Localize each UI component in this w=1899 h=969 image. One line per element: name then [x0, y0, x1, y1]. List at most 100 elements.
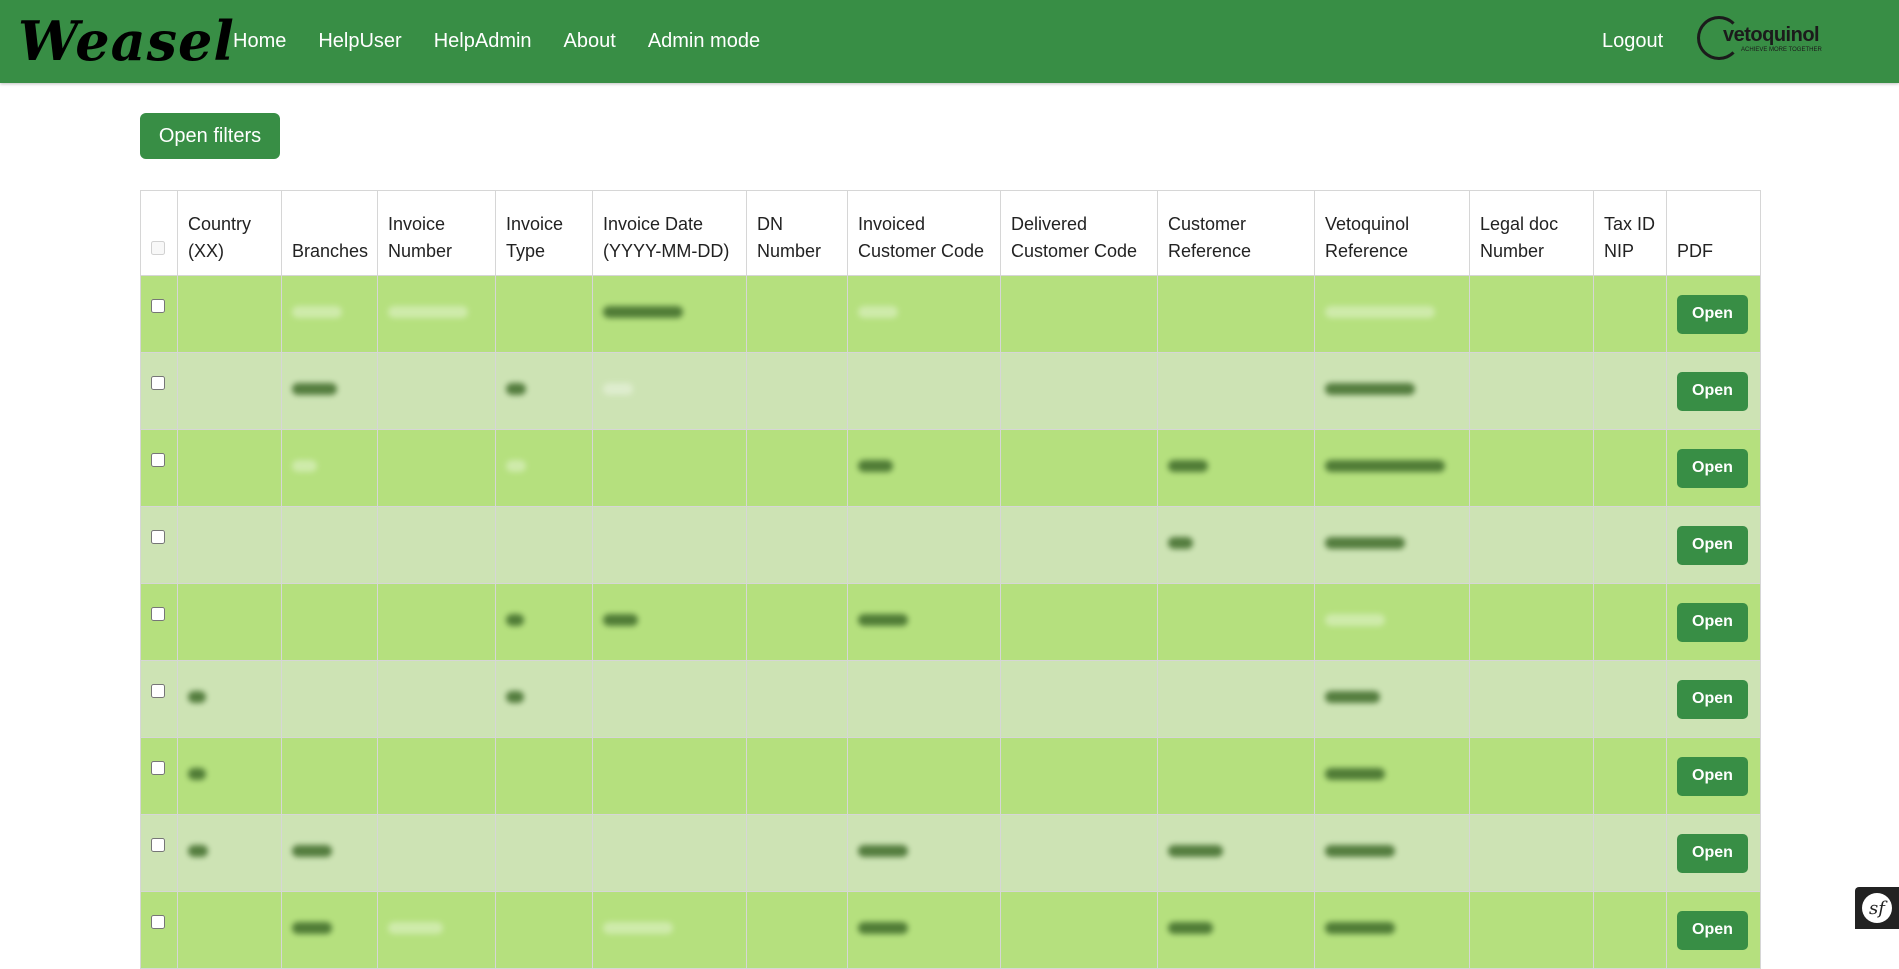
redacted-value	[506, 383, 526, 395]
table-cell	[847, 814, 1001, 892]
table-cell	[1469, 660, 1594, 738]
table-row: Open	[140, 660, 1761, 738]
table-cell	[1593, 506, 1667, 584]
logout-link[interactable]: Logout	[1602, 0, 1663, 83]
table-cell	[746, 891, 848, 969]
open-pdf-button[interactable]: Open	[1677, 525, 1748, 565]
header-customer-reference[interactable]: Customer Reference	[1157, 190, 1315, 276]
header-branches[interactable]: Branches	[281, 190, 378, 276]
table-cell	[1000, 583, 1158, 661]
header-invoiced-customer-code[interactable]: Invoiced Customer Code	[847, 190, 1001, 276]
header-select-all[interactable]	[140, 190, 178, 276]
select-all-checkbox[interactable]	[151, 241, 165, 255]
table-cell	[495, 429, 593, 507]
table-cell	[281, 275, 378, 353]
table-cell	[377, 660, 496, 738]
row-select-cell	[140, 891, 178, 969]
header-invoice-number[interactable]: Invoice Number	[377, 190, 496, 276]
row-checkbox[interactable]	[151, 606, 165, 621]
table-cell	[592, 352, 747, 430]
redacted-value	[292, 845, 332, 857]
redacted-value	[603, 306, 683, 318]
table-cell	[1000, 737, 1158, 815]
open-pdf-button[interactable]: Open	[1677, 910, 1748, 950]
nav-helpadmin[interactable]: HelpAdmin	[418, 0, 548, 83]
table-cell	[1469, 506, 1594, 584]
open-pdf-button[interactable]: Open	[1677, 679, 1748, 719]
table-cell	[1000, 429, 1158, 507]
row-pdf-cell: Open	[1666, 583, 1761, 661]
redacted-value	[858, 922, 908, 934]
symfony-toolbar-icon[interactable]: sf	[1855, 887, 1899, 929]
open-pdf-button[interactable]: Open	[1677, 371, 1748, 411]
nav-admin-mode[interactable]: Admin mode	[632, 0, 776, 83]
nav-about[interactable]: About	[548, 0, 632, 83]
table-cell	[1157, 891, 1315, 969]
table-cell	[1000, 660, 1158, 738]
table-cell	[847, 660, 1001, 738]
table-cell	[1469, 583, 1594, 661]
row-checkbox[interactable]	[151, 837, 165, 852]
header-legal-doc-number[interactable]: Legal doc Number	[1469, 190, 1594, 276]
redacted-value	[1168, 537, 1193, 549]
brand-logo[interactable]: Weasel	[18, 6, 235, 76]
table-cell	[1157, 814, 1315, 892]
row-select-cell	[140, 737, 178, 815]
table-cell	[1469, 814, 1594, 892]
table-cell	[1469, 275, 1594, 353]
nav-home[interactable]: Home	[233, 0, 302, 83]
redacted-value	[858, 460, 893, 472]
table-cell	[177, 891, 282, 969]
row-checkbox[interactable]	[151, 683, 165, 698]
redacted-value	[1168, 922, 1213, 934]
table-cell	[495, 583, 593, 661]
row-pdf-cell: Open	[1666, 275, 1761, 353]
header-invoice-type[interactable]: Invoice Type	[495, 190, 593, 276]
table-cell	[177, 275, 282, 353]
open-pdf-button[interactable]: Open	[1677, 294, 1748, 334]
table-cell	[177, 737, 282, 815]
table-cell	[495, 506, 593, 584]
table-cell	[847, 737, 1001, 815]
open-pdf-button[interactable]: Open	[1677, 602, 1748, 642]
table-cell	[1157, 660, 1315, 738]
table-cell	[847, 506, 1001, 584]
row-select-cell	[140, 352, 178, 430]
table-cell	[177, 506, 282, 584]
redacted-value	[188, 691, 206, 703]
table-cell	[592, 429, 747, 507]
open-pdf-button[interactable]: Open	[1677, 756, 1748, 796]
table-cell	[281, 737, 378, 815]
row-checkbox[interactable]	[151, 375, 165, 390]
row-checkbox[interactable]	[151, 298, 165, 313]
header-vetoquinol-reference[interactable]: Vetoquinol Reference	[1314, 190, 1470, 276]
table-cell	[177, 660, 282, 738]
table-cell	[1157, 583, 1315, 661]
table-cell	[1000, 814, 1158, 892]
redacted-value	[603, 383, 633, 395]
table-cell	[1157, 275, 1315, 353]
row-checkbox[interactable]	[151, 914, 165, 929]
row-checkbox[interactable]	[151, 529, 165, 544]
top-navbar: Weasel Home HelpUser HelpAdmin About Adm…	[0, 0, 1899, 83]
header-dn-number[interactable]: DN Number	[746, 190, 848, 276]
open-pdf-button[interactable]: Open	[1677, 833, 1748, 873]
header-country[interactable]: Country (XX)	[177, 190, 282, 276]
open-pdf-button[interactable]: Open	[1677, 448, 1748, 488]
redacted-value	[858, 306, 898, 318]
table-cell	[1593, 429, 1667, 507]
nav-helpuser[interactable]: HelpUser	[302, 0, 417, 83]
nav-links: Home HelpUser HelpAdmin About Admin mode	[233, 0, 776, 83]
redacted-value	[292, 922, 332, 934]
header-tax-id[interactable]: Tax ID NIP	[1593, 190, 1667, 276]
row-pdf-cell: Open	[1666, 737, 1761, 815]
header-invoice-date[interactable]: Invoice Date (YYYY-MM-DD)	[592, 190, 747, 276]
open-filters-button[interactable]: Open filters	[140, 113, 280, 159]
table-cell	[592, 737, 747, 815]
table-cell	[847, 583, 1001, 661]
table-cell	[377, 506, 496, 584]
row-checkbox[interactable]	[151, 760, 165, 775]
header-delivered-customer-code[interactable]: Delivered Customer Code	[1000, 190, 1158, 276]
row-pdf-cell: Open	[1666, 429, 1761, 507]
row-checkbox[interactable]	[151, 452, 165, 467]
